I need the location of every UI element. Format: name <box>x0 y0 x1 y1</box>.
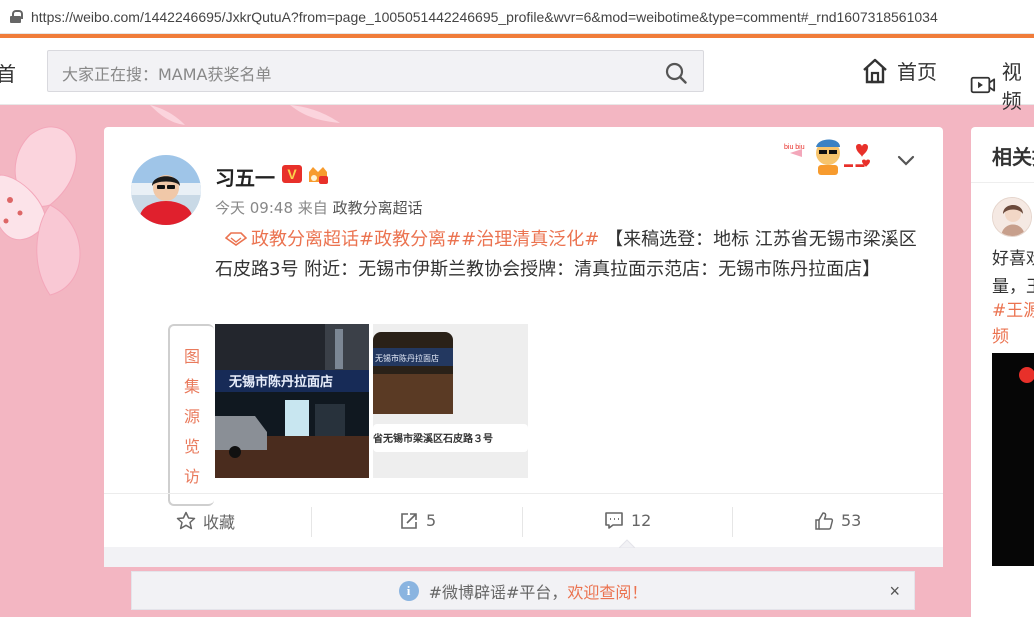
svg-text:▬ ▬: ▬ ▬ <box>844 159 865 169</box>
post-source[interactable]: 政教分离超话 <box>333 199 423 217</box>
comment-area <box>104 547 943 567</box>
sidebar-divider <box>971 182 1034 183</box>
gallery-char: 访 <box>184 467 201 486</box>
gallery-source-tab[interactable]: 图 集 源 览 访 <box>168 324 214 506</box>
sidebar-text-line2: 量，王 <box>992 277 1034 297</box>
gallery-char: 图 <box>184 347 201 366</box>
comment-pointer <box>619 539 635 548</box>
action-divider <box>522 507 523 537</box>
sidebar-video-thumbnail[interactable] <box>992 353 1034 566</box>
gallery-char: 源 <box>184 407 201 426</box>
nav-video-label: 视频 <box>1001 60 1022 113</box>
flower-decoration <box>0 126 81 296</box>
browser-url-bar[interactable]: https://weibo.com/1442246695/JxkrQutuA?f… <box>0 0 1034 34</box>
live-badge-icon <box>1019 367 1034 383</box>
action-divider <box>311 507 312 537</box>
hashtag-governance[interactable]: #治理清真泛化# <box>461 229 599 250</box>
search-icon[interactable] <box>665 62 687 84</box>
weibo-header: 首 大家正在搜：MAMA获奖名单 首页 视频 <box>0 38 1034 113</box>
share-icon <box>401 512 417 529</box>
image2-caption-text: 省无锡市梁溪区石皮路３号 <box>373 432 493 445</box>
thumbs-up-icon <box>815 511 834 530</box>
source-prefix: 来自 <box>297 199 328 217</box>
like-count: 53 <box>841 511 862 530</box>
level-badge-icon[interactable] <box>306 164 330 186</box>
post-card: 习五一 V 今天 09:48 来自 政教分离超话 biu biu ▬ ▬ 政教分… <box>104 127 943 567</box>
favorite-label: 收藏 <box>203 512 236 532</box>
related-sidebar: 相关推荐 好喜欢 量，王 #王源 频 <box>971 127 1034 617</box>
sidebar-hashtag[interactable]: #王源 <box>992 296 1034 321</box>
gallery-char: 集 <box>184 377 201 396</box>
url-text[interactable]: https://weibo.com/1442246695/JxkrQutuA?f… <box>31 9 938 25</box>
notice-text: #微博辟谣#平台， <box>428 582 568 602</box>
sidebar-avatar[interactable] <box>992 197 1032 237</box>
close-icon[interactable]: × <box>889 581 900 602</box>
chevron-down-icon[interactable] <box>896 154 916 168</box>
hashtag-separation[interactable]: #政教分离# <box>359 229 461 250</box>
logo-fragment[interactable]: 首 <box>0 58 16 87</box>
action-divider <box>732 507 733 537</box>
avatar-photo <box>131 155 201 225</box>
search-input[interactable]: 大家正在搜：MAMA获奖名单 <box>62 61 272 85</box>
search-box[interactable]: 大家正在搜：MAMA获奖名单 <box>47 50 704 92</box>
video-icon <box>970 76 996 94</box>
avatar[interactable] <box>131 155 201 225</box>
post-image-2[interactable]: 无锡市陈丹拉面店 省无锡市梁溪区石皮路３号 <box>373 324 528 478</box>
like-button[interactable]: 53 <box>814 494 861 547</box>
notice-link[interactable]: 欢迎查阅！ <box>567 579 647 603</box>
star-icon <box>176 511 196 530</box>
post-action-bar: 收藏 5 12 53 <box>104 493 943 546</box>
petal-decoration <box>150 105 340 125</box>
gallery-char: 览 <box>184 437 201 456</box>
rumor-notice: i #微博辟谣#平台， 欢迎查阅！ × <box>131 571 915 610</box>
super-topic-icon <box>225 232 247 246</box>
home-icon <box>863 58 887 83</box>
cartoon-sticker: biu biu ▬ ▬ <box>784 139 870 175</box>
hashtag-super-topic[interactable]: 政教分离超话 <box>251 229 359 250</box>
sidebar-text-line1: 好喜欢 <box>992 249 1034 269</box>
nav-home[interactable]: 首页 <box>861 56 937 85</box>
comment-icon <box>605 512 623 529</box>
nav-video[interactable]: 视频 <box>970 56 1034 114</box>
username[interactable]: 习五一 <box>215 162 275 191</box>
nav-home-label: 首页 <box>897 60 937 84</box>
post-content: 政教分离超话#政教分离##治理清真泛化# 【来稿选登：地标 江苏省无锡市梁溪区石… <box>215 225 925 285</box>
comment-count: 12 <box>631 511 652 530</box>
lock-icon <box>10 10 23 23</box>
favorite-button[interactable]: 收藏 <box>176 494 235 547</box>
repost-button[interactable]: 5 <box>399 494 436 547</box>
post-image-1[interactable]: 无锡市陈丹拉面店 <box>215 324 369 478</box>
sidebar-title: 相关推荐 <box>992 145 1034 169</box>
sidebar-hashtag-cont[interactable]: 频 <box>992 322 1009 347</box>
post-time[interactable]: 今天 09:48 <box>215 199 293 217</box>
verified-badge[interactable]: V <box>282 165 302 183</box>
repost-count: 5 <box>426 511 437 530</box>
image2-sign-text: 无锡市陈丹拉面店 <box>375 353 439 363</box>
post-meta: 今天 09:48 来自 政教分离超话 <box>215 197 423 218</box>
image1-sign-text: 无锡市陈丹拉面店 <box>228 374 333 390</box>
info-icon: i <box>398 580 419 601</box>
